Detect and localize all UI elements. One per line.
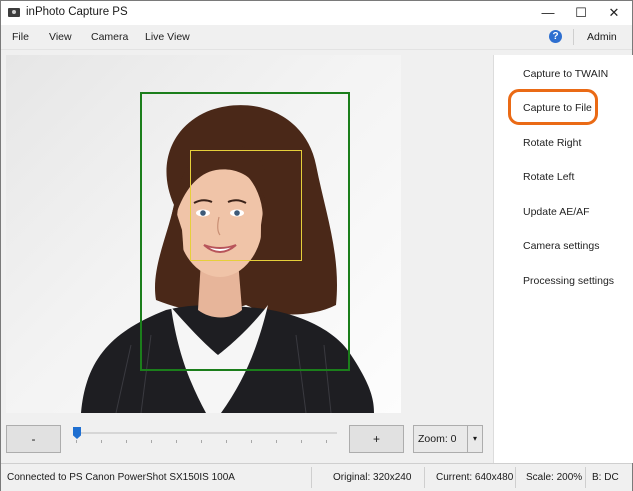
eye-frame xyxy=(190,150,302,261)
minimize-button[interactable]: — xyxy=(531,1,565,25)
chevron-down-icon[interactable]: ▾ xyxy=(467,426,482,452)
zoom-dropdown[interactable]: Zoom: 0 ▾ xyxy=(413,425,483,453)
slider-tick xyxy=(276,440,277,443)
admin-button[interactable]: Admin xyxy=(587,31,617,43)
rotate-left-button[interactable]: Rotate Left xyxy=(523,171,574,183)
status-current: Current: 640x480 xyxy=(436,472,514,483)
status-separator xyxy=(515,467,516,488)
slider-tick xyxy=(176,440,177,443)
status-scale: Scale: 200% xyxy=(526,472,583,483)
title-bar: inPhoto Capture PS — ☐ ✕ xyxy=(1,1,632,25)
menu-view[interactable]: View xyxy=(49,31,72,43)
zoom-value: Zoom: 0 xyxy=(418,433,457,445)
rotate-right-button[interactable]: Rotate Right xyxy=(523,137,581,149)
slider-tick xyxy=(301,440,302,443)
action-panel: Capture to TWAIN Capture to File Rotate … xyxy=(493,55,633,463)
camera-settings-button[interactable]: Camera settings xyxy=(523,240,599,252)
slider-tick xyxy=(326,440,327,443)
processing-settings-button[interactable]: Processing settings xyxy=(523,275,614,287)
camera-app-icon xyxy=(8,8,20,17)
close-button[interactable]: ✕ xyxy=(597,1,631,25)
slider-tick xyxy=(201,440,202,443)
slider-tick xyxy=(226,440,227,443)
zoom-in-button[interactable]: + xyxy=(349,425,404,453)
window-title: inPhoto Capture PS xyxy=(26,6,128,18)
status-separator xyxy=(311,467,312,488)
live-preview[interactable] xyxy=(6,55,401,413)
update-ae-af-button[interactable]: Update AE/AF xyxy=(523,206,590,218)
status-separator xyxy=(585,467,586,488)
capture-to-twain-button[interactable]: Capture to TWAIN xyxy=(523,68,608,80)
slider-tick xyxy=(101,440,102,443)
zoom-slider-thumb[interactable] xyxy=(73,427,81,439)
status-original: Original: 320x240 xyxy=(333,472,412,483)
menu-separator xyxy=(573,29,574,45)
app-window: inPhoto Capture PS — ☐ ✕ File View Camer… xyxy=(0,0,633,491)
slider-tick xyxy=(251,440,252,443)
capture-to-file-button[interactable]: Capture to File xyxy=(523,102,592,114)
zoom-slider-track[interactable] xyxy=(73,432,337,434)
zoom-out-button[interactable]: - xyxy=(6,425,61,453)
menu-bar: File View Camera Live View ? Admin xyxy=(1,25,632,50)
menu-camera[interactable]: Camera xyxy=(91,31,128,43)
status-separator xyxy=(424,467,425,488)
slider-tick xyxy=(76,440,77,443)
slider-tick xyxy=(151,440,152,443)
menu-live-view[interactable]: Live View xyxy=(145,31,190,43)
menu-file[interactable]: File xyxy=(12,31,29,43)
status-extra: B: DC xyxy=(592,472,619,483)
status-bar: Connected to PS Canon PowerShot SX150IS … xyxy=(1,463,632,491)
help-icon[interactable]: ? xyxy=(549,30,562,43)
status-connection: Connected to PS Canon PowerShot SX150IS … xyxy=(7,472,235,483)
maximize-button[interactable]: ☐ xyxy=(564,1,598,25)
slider-tick xyxy=(126,440,127,443)
